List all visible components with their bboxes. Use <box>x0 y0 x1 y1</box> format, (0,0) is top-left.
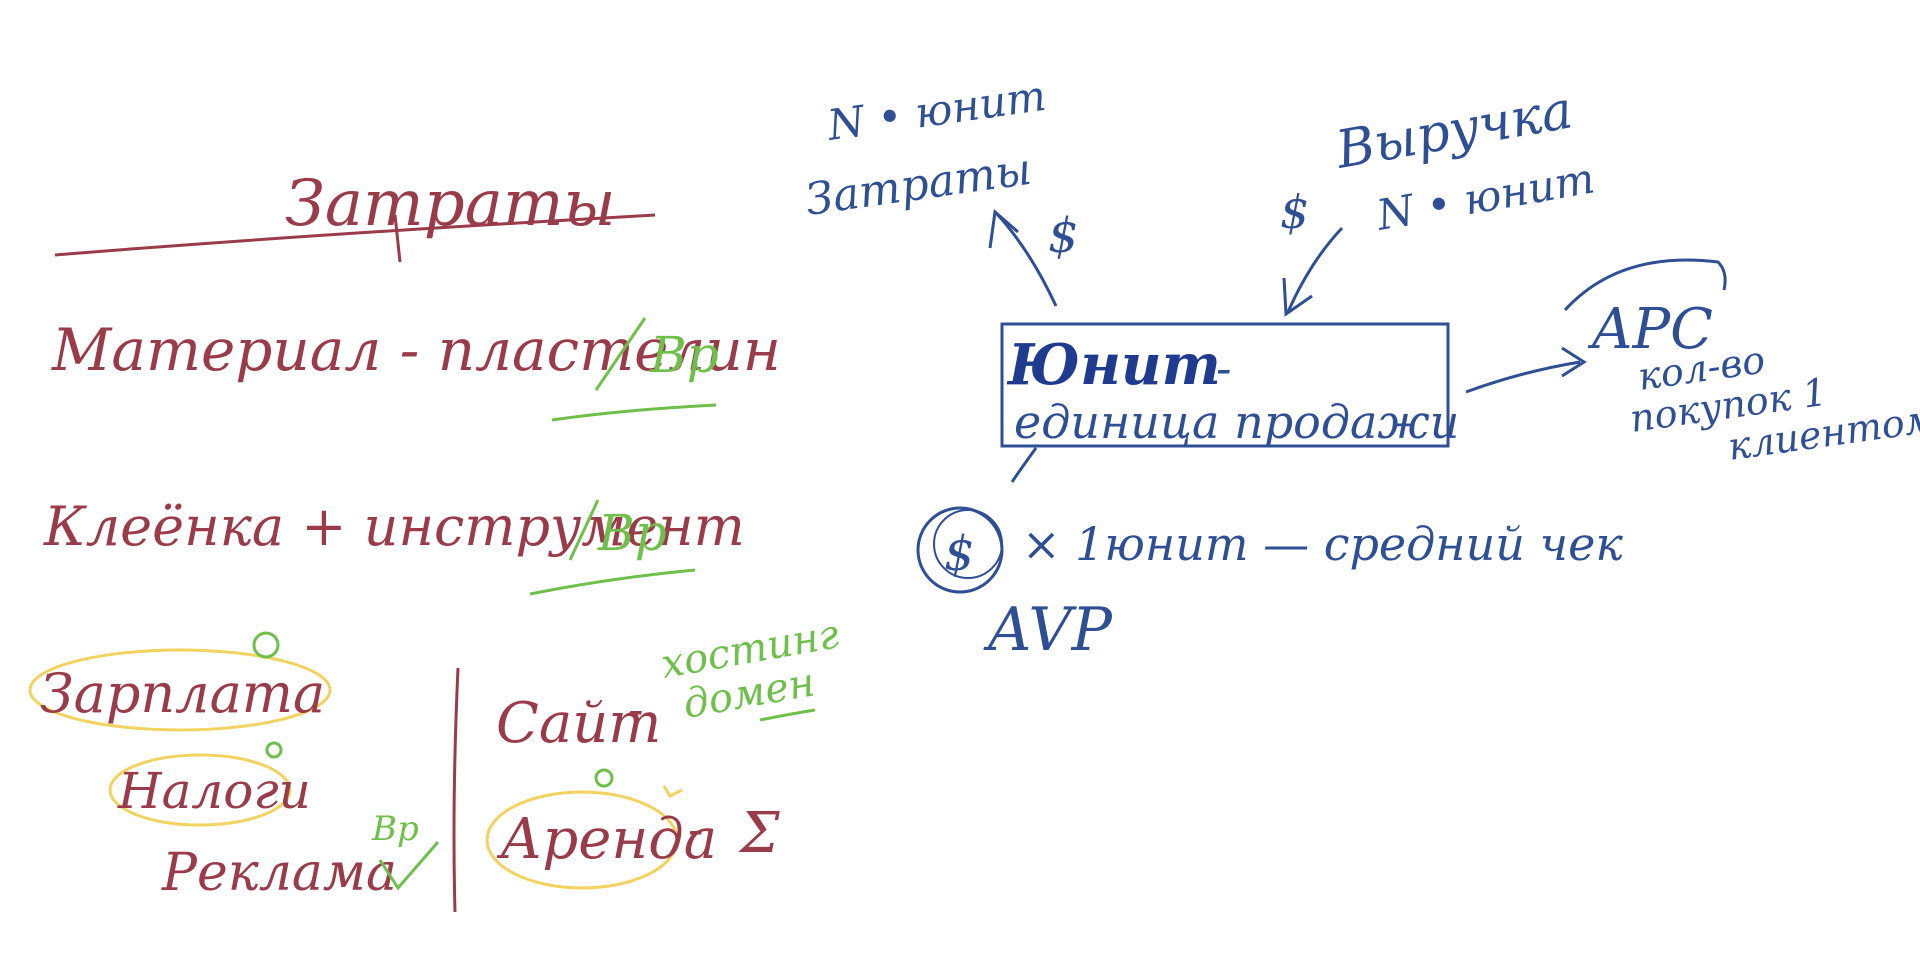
costs-title: Затраты <box>285 167 616 241</box>
salary-label: Зарплата <box>40 662 325 725</box>
revenue-dollar-sign: $ <box>1280 185 1309 239</box>
cost-dollar-sign: $ <box>1048 208 1079 264</box>
taxes-check-circle <box>265 741 283 759</box>
vp-underline-1 <box>551 403 717 422</box>
vp-underline-2 <box>529 568 696 596</box>
whiteboard: Затраты Материал - пластелин Вр Клеёнка … <box>0 0 1920 976</box>
vp-label-1: Вр <box>649 326 719 384</box>
revenue-arrow <box>1286 226 1344 313</box>
unit-dash: - <box>1216 341 1232 395</box>
rent-label: Аренда <box>496 807 717 872</box>
cost-arrow-head <box>988 209 1019 249</box>
avp-label: AVP <box>983 595 1114 665</box>
cost-formula-bottom: Затраты <box>802 144 1034 226</box>
taxes-label: Налоги <box>117 762 311 820</box>
rent-dash: - <box>688 802 704 856</box>
whiteboard-canvas: Затраты Материал - пластелин Вр Клеёнка … <box>28 71 1920 913</box>
coin-dollar-sign: $ <box>944 526 975 582</box>
cost-formula-top: N • юнит <box>824 71 1049 150</box>
rent-tick <box>662 785 683 798</box>
unit-subtitle-descender <box>1010 447 1038 483</box>
costs-divider <box>452 667 460 913</box>
sigma-symbol: Σ <box>738 801 780 866</box>
vp-label-2: Вр <box>597 504 667 562</box>
site-dash: - <box>628 682 644 736</box>
average-check-formula: × 1юнит — средний чек <box>1022 517 1623 571</box>
rent-check-circle <box>594 768 614 788</box>
salary-check-circle <box>252 631 280 659</box>
unit-subtitle: единица продажи <box>1014 395 1459 449</box>
vp-label-3: Вр <box>371 809 419 849</box>
ads-label: Реклама <box>161 843 397 903</box>
unit-title: Юнит <box>1006 332 1221 398</box>
